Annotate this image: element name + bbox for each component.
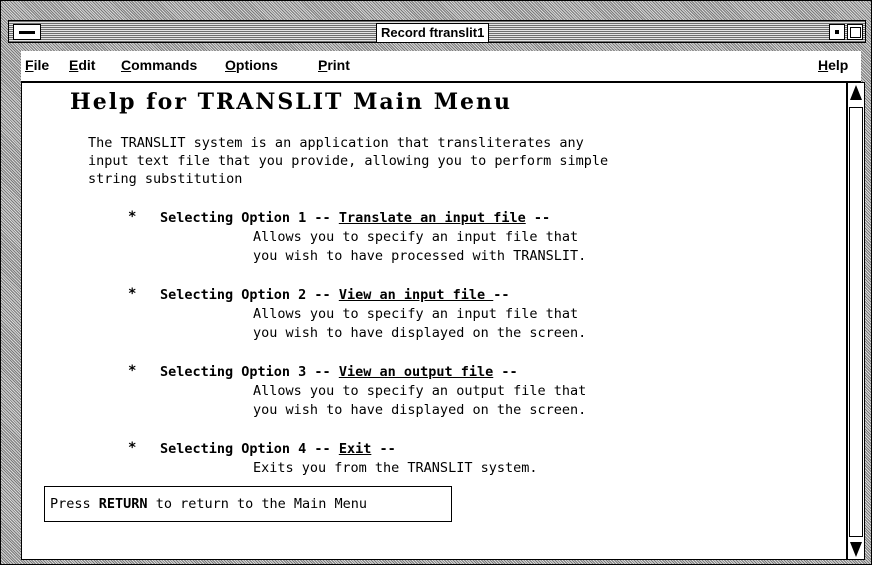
menu-commands-label: ommands: [131, 57, 198, 73]
menu-help[interactable]: Help: [818, 57, 848, 73]
menu-options-mnemonic: O: [225, 57, 236, 73]
menu-options-label: ptions: [235, 57, 278, 73]
option-2-desc-1: Allows you to specify an input file that: [253, 306, 579, 322]
window-title: Record ftranslit1: [376, 23, 490, 43]
menu-edit-label: dit: [78, 57, 96, 73]
option-4-link[interactable]: Exit: [339, 441, 372, 457]
page-title: Help for TRANSLIT Main Menu: [70, 89, 513, 115]
option-2-desc-2: you wish to have displayed on the screen…: [253, 325, 587, 341]
scroll-up-arrow-icon[interactable]: [849, 84, 863, 102]
menu-help-mnemonic: H: [818, 57, 829, 73]
menu-file[interactable]: File: [25, 57, 49, 73]
return-prompt-prefix: Press: [50, 496, 99, 512]
option-3-desc-1: Allows you to specify an output file tha…: [253, 383, 587, 399]
menu-edit-mnemonic: E: [69, 57, 79, 73]
title-bar[interactable]: Record ftranslit1: [8, 20, 866, 43]
menu-print-mnemonic: P: [318, 57, 328, 73]
option-1-desc-2: you wish to have processed with TRANSLIT…: [253, 248, 587, 264]
option-2-link[interactable]: View an input file: [339, 287, 493, 303]
option-2-heading: Selecting Option 2 -- View an input file…: [160, 286, 510, 305]
option-3-link[interactable]: View an output file: [339, 364, 493, 380]
system-menu-button[interactable]: [13, 24, 41, 40]
help-content-pane: Help for TRANSLIT Main Menu The TRANSLIT…: [21, 82, 847, 560]
app-window: Record ftranslit1 File Edit Commands Opt…: [0, 0, 872, 565]
return-key-label: RETURN: [98, 496, 148, 512]
menu-edit[interactable]: Edit: [69, 57, 95, 73]
return-prompt[interactable]: Press RETURN to return to the Main Menu: [44, 486, 452, 522]
option-3-heading: Selecting Option 3 -- View an output fil…: [160, 363, 518, 382]
return-prompt-suffix: to return to the Main Menu: [147, 496, 368, 512]
bullet-4: *: [128, 440, 137, 456]
menu-file-label: ile: [33, 57, 50, 73]
intro-line-1: The TRANSLIT system is an application th…: [88, 135, 584, 151]
vertical-scrollbar[interactable]: [847, 82, 865, 560]
scrollbar-thumb[interactable]: [849, 107, 863, 537]
option-3-suffix: --: [493, 364, 518, 380]
intro-line-2: input text file that you provide, allowi…: [88, 153, 609, 169]
option-2-suffix: --: [493, 287, 510, 303]
menu-options[interactable]: Options: [225, 57, 278, 73]
option-4-suffix: --: [371, 441, 396, 457]
menu-print[interactable]: Print: [318, 57, 350, 73]
intro-line-3: string substitution: [88, 171, 243, 187]
option-4-heading: Selecting Option 4 -- Exit --: [160, 440, 396, 459]
bullet-1: *: [128, 209, 137, 225]
menu-commands[interactable]: Commands: [121, 57, 197, 73]
minimize-button[interactable]: [829, 24, 845, 40]
maximize-button[interactable]: [847, 24, 863, 40]
menu-help-label: elp: [828, 57, 849, 73]
option-2-prefix: Selecting Option 2 --: [160, 287, 339, 303]
scroll-down-arrow-icon[interactable]: [849, 540, 863, 558]
menu-bar: File Edit Commands Options Print Help: [21, 51, 861, 82]
option-1-prefix: Selecting Option 1 --: [160, 210, 339, 226]
menu-commands-mnemonic: C: [121, 57, 132, 73]
menu-print-label: rint: [327, 57, 350, 73]
option-3-prefix: Selecting Option 3 --: [160, 364, 339, 380]
option-1-heading: Selecting Option 1 -- Translate an input…: [160, 209, 550, 228]
option-1-link[interactable]: Translate an input file: [339, 210, 526, 226]
bullet-2: *: [128, 286, 137, 302]
option-4-desc-1: Exits you from the TRANSLIT system.: [253, 460, 538, 476]
option-1-desc-1: Allows you to specify an input file that: [253, 229, 579, 245]
option-1-suffix: --: [525, 210, 551, 226]
menu-file-mnemonic: F: [25, 57, 34, 73]
option-4-prefix: Selecting Option 4 --: [160, 441, 339, 457]
option-3-desc-2: you wish to have displayed on the screen…: [253, 402, 587, 418]
bullet-3: *: [128, 363, 137, 379]
